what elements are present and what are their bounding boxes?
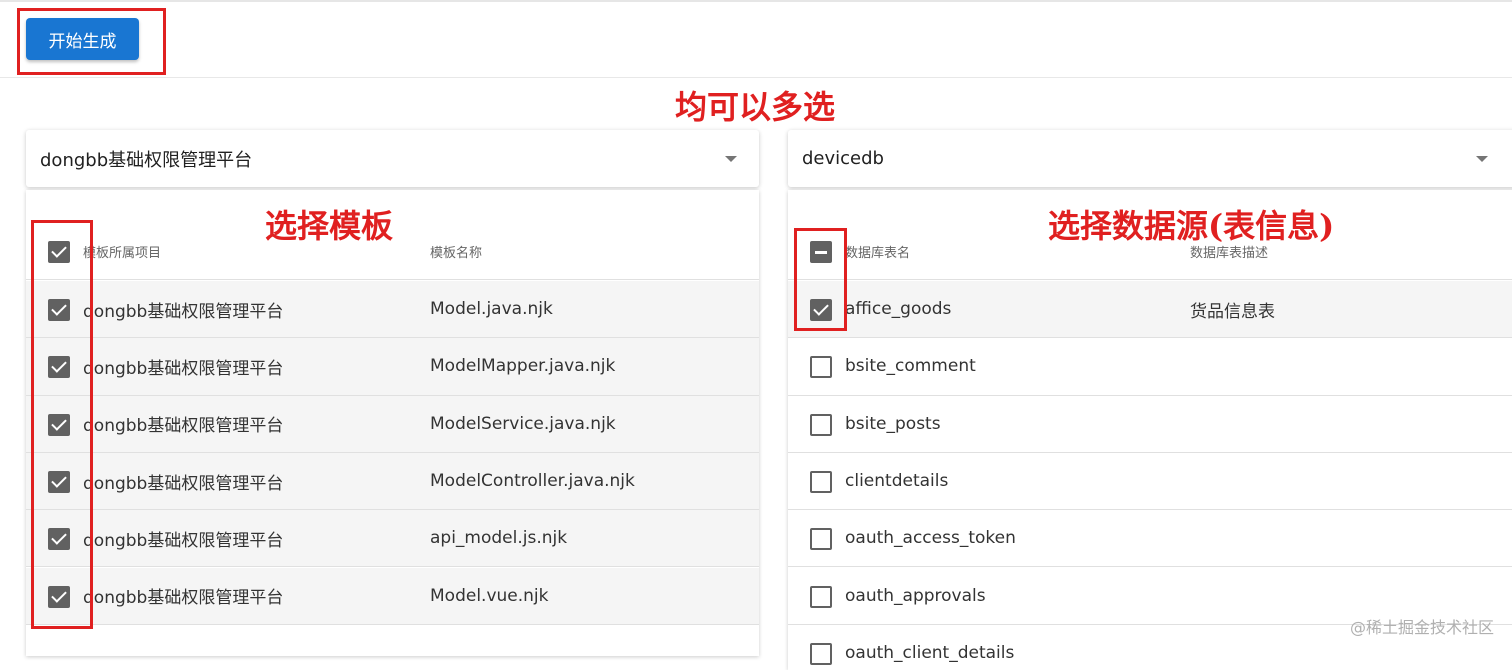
row-checkbox[interactable] [48, 299, 70, 321]
row-checkbox[interactable] [810, 356, 832, 378]
table-row[interactable]: dongbb基础权限管理平台 ModelService.java.njk [26, 396, 759, 453]
cell-template-name: ModelMapper.java.njk [430, 338, 615, 394]
row-checkbox[interactable] [810, 414, 832, 436]
row-checkbox[interactable] [48, 414, 70, 436]
cell-table-desc: 货品信息表 [1190, 281, 1275, 337]
table-row[interactable]: dongbb基础权限管理平台 Model.java.njk [26, 281, 759, 338]
chevron-down-icon [1476, 156, 1488, 162]
row-checkbox[interactable] [810, 586, 832, 608]
row-checkbox[interactable] [48, 586, 70, 608]
cell-table-name: oauth_approvals [845, 568, 986, 624]
annotation-multi-select: 均可以多选 [675, 82, 835, 128]
project-select-value: dongbb基础权限管理平台 [40, 146, 252, 172]
select-all-checkbox[interactable] [48, 241, 70, 263]
table-row[interactable]: dongbb基础权限管理平台 Model.vue.njk [26, 568, 759, 625]
row-checkbox[interactable] [810, 299, 832, 321]
column-header-project: 模板所属项目 [83, 223, 161, 279]
cell-template-name: ModelService.java.njk [430, 396, 616, 452]
table-row[interactable]: affice_goods 货品信息表 [788, 281, 1512, 338]
cell-project: dongbb基础权限管理平台 [83, 510, 283, 566]
start-generate-button[interactable]: 开始生成 [26, 18, 139, 60]
row-checkbox[interactable] [810, 471, 832, 493]
database-select-value: devicedb [802, 148, 884, 169]
table-row[interactable]: oauth_access_token [788, 510, 1512, 567]
table-row[interactable]: dongbb基础权限管理平台 ModelController.java.njk [26, 453, 759, 510]
cell-project: dongbb基础权限管理平台 [83, 453, 283, 509]
row-checkbox[interactable] [48, 471, 70, 493]
table-row[interactable]: dongbb基础权限管理平台 ModelMapper.java.njk [26, 338, 759, 395]
annotation-choose-datasource: 选择数据源(表信息) [1048, 201, 1334, 247]
cell-template-name: api_model.js.njk [430, 510, 567, 566]
cell-table-name: bsite_comment [845, 338, 976, 394]
select-all-checkbox[interactable] [810, 241, 832, 263]
template-table: 模板所属项目 模板名称 dongbb基础权限管理平台 Model.java.njk… [26, 190, 759, 656]
cell-project: dongbb基础权限管理平台 [83, 338, 283, 394]
row-checkbox[interactable] [810, 528, 832, 550]
row-checkbox[interactable] [48, 528, 70, 550]
chevron-down-icon [725, 156, 737, 162]
datasource-table: 数据库表名 数据库表描述 affice_goods货品信息表bsite_comm… [788, 190, 1512, 670]
cell-table-name: affice_goods [845, 281, 951, 337]
table-row[interactable]: clientdetails [788, 453, 1512, 510]
row-checkbox[interactable] [48, 356, 70, 378]
row-checkbox[interactable] [810, 643, 832, 665]
column-header-table-name: 数据库表名 [845, 223, 910, 279]
cell-template-name: Model.vue.njk [430, 568, 549, 624]
table-row[interactable]: bsite_posts [788, 396, 1512, 453]
cell-table-name: clientdetails [845, 453, 948, 509]
column-header-template-name: 模板名称 [430, 223, 482, 279]
cell-template-name: Model.java.njk [430, 281, 553, 337]
watermark: @稀土掘金技术社区 [1350, 614, 1494, 638]
cell-project: dongbb基础权限管理平台 [83, 568, 283, 624]
annotation-choose-template: 选择模板 [265, 201, 393, 247]
cell-table-name: bsite_posts [845, 396, 941, 452]
cell-template-name: ModelController.java.njk [430, 453, 635, 509]
cell-project: dongbb基础权限管理平台 [83, 396, 283, 452]
project-select[interactable]: dongbb基础权限管理平台 [26, 130, 759, 187]
database-select[interactable]: devicedb [788, 130, 1512, 187]
top-toolbar: 开始生成 [0, 0, 1512, 78]
table-row[interactable]: dongbb基础权限管理平台 api_model.js.njk [26, 510, 759, 567]
cell-table-name: oauth_access_token [845, 510, 1016, 566]
cell-table-name: oauth_client_details [845, 625, 1014, 670]
table-row[interactable]: bsite_comment [788, 338, 1512, 395]
cell-project: dongbb基础权限管理平台 [83, 281, 283, 337]
